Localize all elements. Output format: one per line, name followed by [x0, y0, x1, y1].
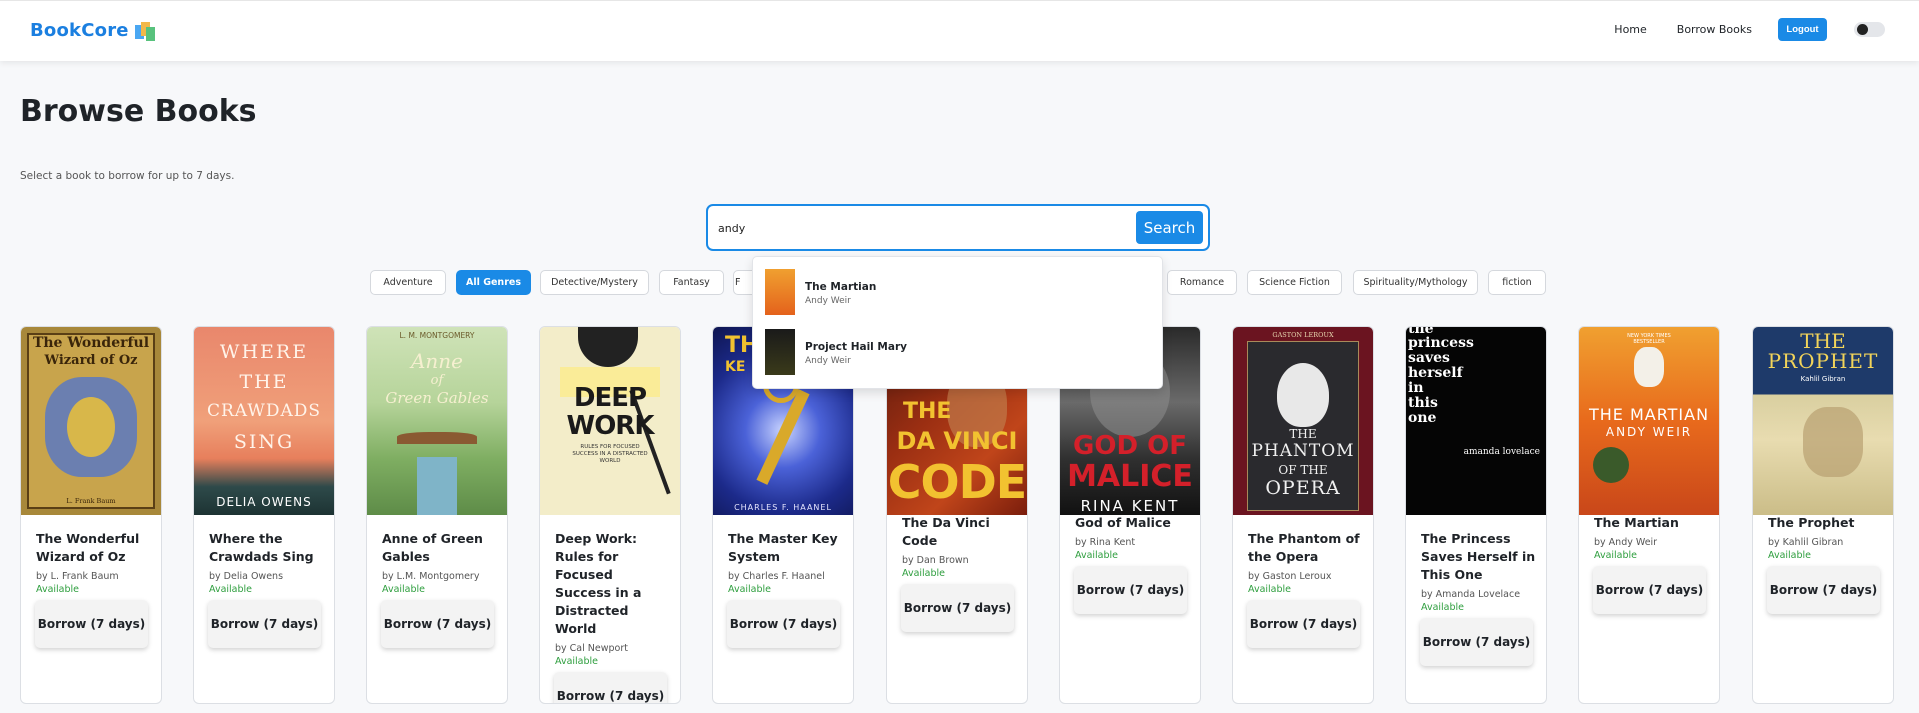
borrow-button[interactable]: Borrow (7 days) — [208, 600, 321, 648]
suggestion-cover-thumbnail — [765, 269, 795, 315]
borrow-button[interactable]: Borrow (7 days) — [901, 584, 1014, 632]
borrow-button[interactable]: Borrow (7 days) — [1074, 566, 1187, 614]
availability-status: Available — [382, 584, 426, 595]
book-title: God of Malice — [1075, 515, 1171, 530]
suggestion-item[interactable]: Project Hail Mary Andy Weir — [765, 329, 1145, 379]
suggestion-author: Andy Weir — [805, 356, 851, 366]
borrow-button[interactable]: Borrow (7 days) — [1420, 618, 1533, 666]
book-author: by Delia Owens — [209, 571, 284, 582]
book-author: by Amanda Lovelace — [1421, 589, 1521, 600]
suggestion-author: Andy Weir — [805, 296, 851, 306]
book-cover: WHERE THE CRAWDADS SING DELIA OWENS — [194, 327, 334, 515]
book-cover: THE PROPHET Kahlil Gibran — [1753, 327, 1893, 515]
book-title: Where the Crawdads Sing — [209, 531, 314, 564]
book-author: by L.M. Montgomery — [382, 571, 480, 582]
book-title: Anne of Green Gables — [382, 531, 483, 564]
book-title: The Princess Saves Herself in This One — [1421, 531, 1536, 582]
logout-button[interactable]: Logout — [1778, 18, 1827, 41]
suggestion-cover-thumbnail — [765, 329, 795, 375]
availability-status: Available — [555, 656, 599, 667]
toggle-knob — [1857, 24, 1868, 35]
book-title: The Master Key System — [728, 531, 838, 564]
book-author: by Cal Newport — [555, 643, 628, 654]
borrow-button[interactable]: Borrow (7 days) — [1593, 566, 1706, 614]
page-title: Browse Books — [20, 94, 257, 129]
book-card[interactable]: L. M. MONTGOMERY Anne of Green Gables An… — [366, 326, 508, 704]
book-card[interactable]: THE PROPHET Kahlil Gibran The Prophet by… — [1752, 326, 1894, 704]
availability-status: Available — [1594, 550, 1638, 561]
book-cover: the princess saves herself in this one a… — [1406, 327, 1546, 515]
book-title: The Prophet — [1768, 515, 1855, 530]
availability-status: Available — [1075, 550, 1119, 561]
availability-status: Available — [1421, 602, 1465, 613]
book-title: The Da Vinci Code — [902, 515, 990, 548]
genre-fantasy[interactable]: Fantasy — [659, 270, 724, 295]
book-title: The Phantom of the Opera — [1248, 531, 1360, 564]
availability-status: Available — [1768, 550, 1812, 561]
genre-science-fiction[interactable]: Science Fiction — [1247, 270, 1342, 295]
availability-status: Available — [902, 568, 946, 579]
suggestion-item[interactable]: The Martian Andy Weir — [765, 269, 1145, 319]
availability-status: Available — [36, 584, 80, 595]
theme-toggle[interactable] — [1854, 22, 1885, 37]
genre-adventure[interactable]: Adventure — [370, 270, 446, 295]
book-card[interactable]: The Wonderful Wizard of Oz L. Frank Baum… — [20, 326, 162, 704]
suggestion-title: The Martian — [805, 281, 877, 293]
book-card[interactable]: WHERE THE CRAWDADS SING DELIA OWENS Wher… — [193, 326, 335, 704]
book-author: by Kahlil Gibran — [1768, 537, 1844, 548]
brand-name[interactable]: BookCore — [30, 20, 129, 41]
search-button[interactable]: Search — [1136, 211, 1203, 244]
book-author: by Charles F. Haanel — [728, 571, 825, 582]
nav-home-link[interactable]: Home — [1614, 23, 1646, 36]
book-cover: NEW YORK TIMES BESTSELLER THE MARTIAN AN… — [1579, 327, 1719, 515]
borrow-button[interactable]: Borrow (7 days) — [381, 600, 494, 648]
availability-status: Available — [209, 584, 253, 595]
genre-all-genres[interactable]: All Genres — [456, 270, 531, 295]
borrow-button[interactable]: Borrow (7 days) — [1767, 566, 1880, 614]
book-author: by Andy Weir — [1594, 537, 1658, 548]
book-title: The Martian — [1594, 515, 1679, 530]
genre-fiction[interactable]: fiction — [1488, 270, 1546, 295]
search-input[interactable] — [718, 216, 1108, 240]
books-logo-icon — [134, 21, 155, 41]
borrow-button[interactable]: Borrow (7 days) — [554, 672, 667, 703]
book-author: by Gaston Leroux — [1248, 571, 1332, 582]
book-card[interactable]: DEEP WORK RULES FOR FOCUSED SUCCESS IN A… — [539, 326, 681, 704]
book-cover: L. M. MONTGOMERY Anne of Green Gables — [367, 327, 507, 515]
borrow-button[interactable]: Borrow (7 days) — [1247, 600, 1360, 648]
book-title: The Wonderful Wizard of Oz — [36, 531, 140, 564]
book-title: Deep Work: Rules for Focused Success in … — [555, 531, 642, 636]
search-box: Search — [706, 204, 1210, 251]
page-subtitle: Select a book to borrow for up to 7 days… — [20, 170, 235, 182]
book-card[interactable]: the princess saves herself in this one a… — [1405, 326, 1547, 704]
book-cover: DEEP WORK RULES FOR FOCUSED SUCCESS IN A… — [540, 327, 680, 515]
genre-detective-mystery[interactable]: Detective/Mystery — [540, 270, 649, 295]
availability-status: Available — [728, 584, 772, 595]
brand[interactable]: BookCore — [30, 20, 155, 41]
navbar: BookCore Home Borrow Books Logout — [0, 0, 1919, 61]
book-author: by Rina Kent — [1075, 537, 1136, 548]
book-author: by Dan Brown — [902, 555, 969, 566]
search-suggestions-dropdown: The Martian Andy Weir Project Hail Mary … — [752, 256, 1163, 389]
availability-status: Available — [1248, 584, 1292, 595]
book-card[interactable]: GASTON LEROUX THE PHANTOM OF THE OPERA T… — [1232, 326, 1374, 704]
nav-links: Home Borrow Books Logout — [1614, 18, 1885, 41]
suggestion-title: Project Hail Mary — [805, 341, 907, 353]
borrow-button[interactable]: Borrow (7 days) — [727, 600, 840, 648]
book-card[interactable]: NEW YORK TIMES BESTSELLER THE MARTIAN AN… — [1578, 326, 1720, 704]
book-author: by L. Frank Baum — [36, 571, 119, 582]
genre-spirituality-mythology[interactable]: Spirituality/Mythology — [1353, 270, 1478, 295]
nav-borrow-books-link[interactable]: Borrow Books — [1677, 23, 1752, 36]
book-cover: The Wonderful Wizard of Oz L. Frank Baum — [21, 327, 161, 515]
borrow-button[interactable]: Borrow (7 days) — [35, 600, 148, 648]
genre-romance[interactable]: Romance — [1167, 270, 1237, 295]
book-cover: GASTON LEROUX THE PHANTOM OF THE OPERA — [1233, 327, 1373, 515]
